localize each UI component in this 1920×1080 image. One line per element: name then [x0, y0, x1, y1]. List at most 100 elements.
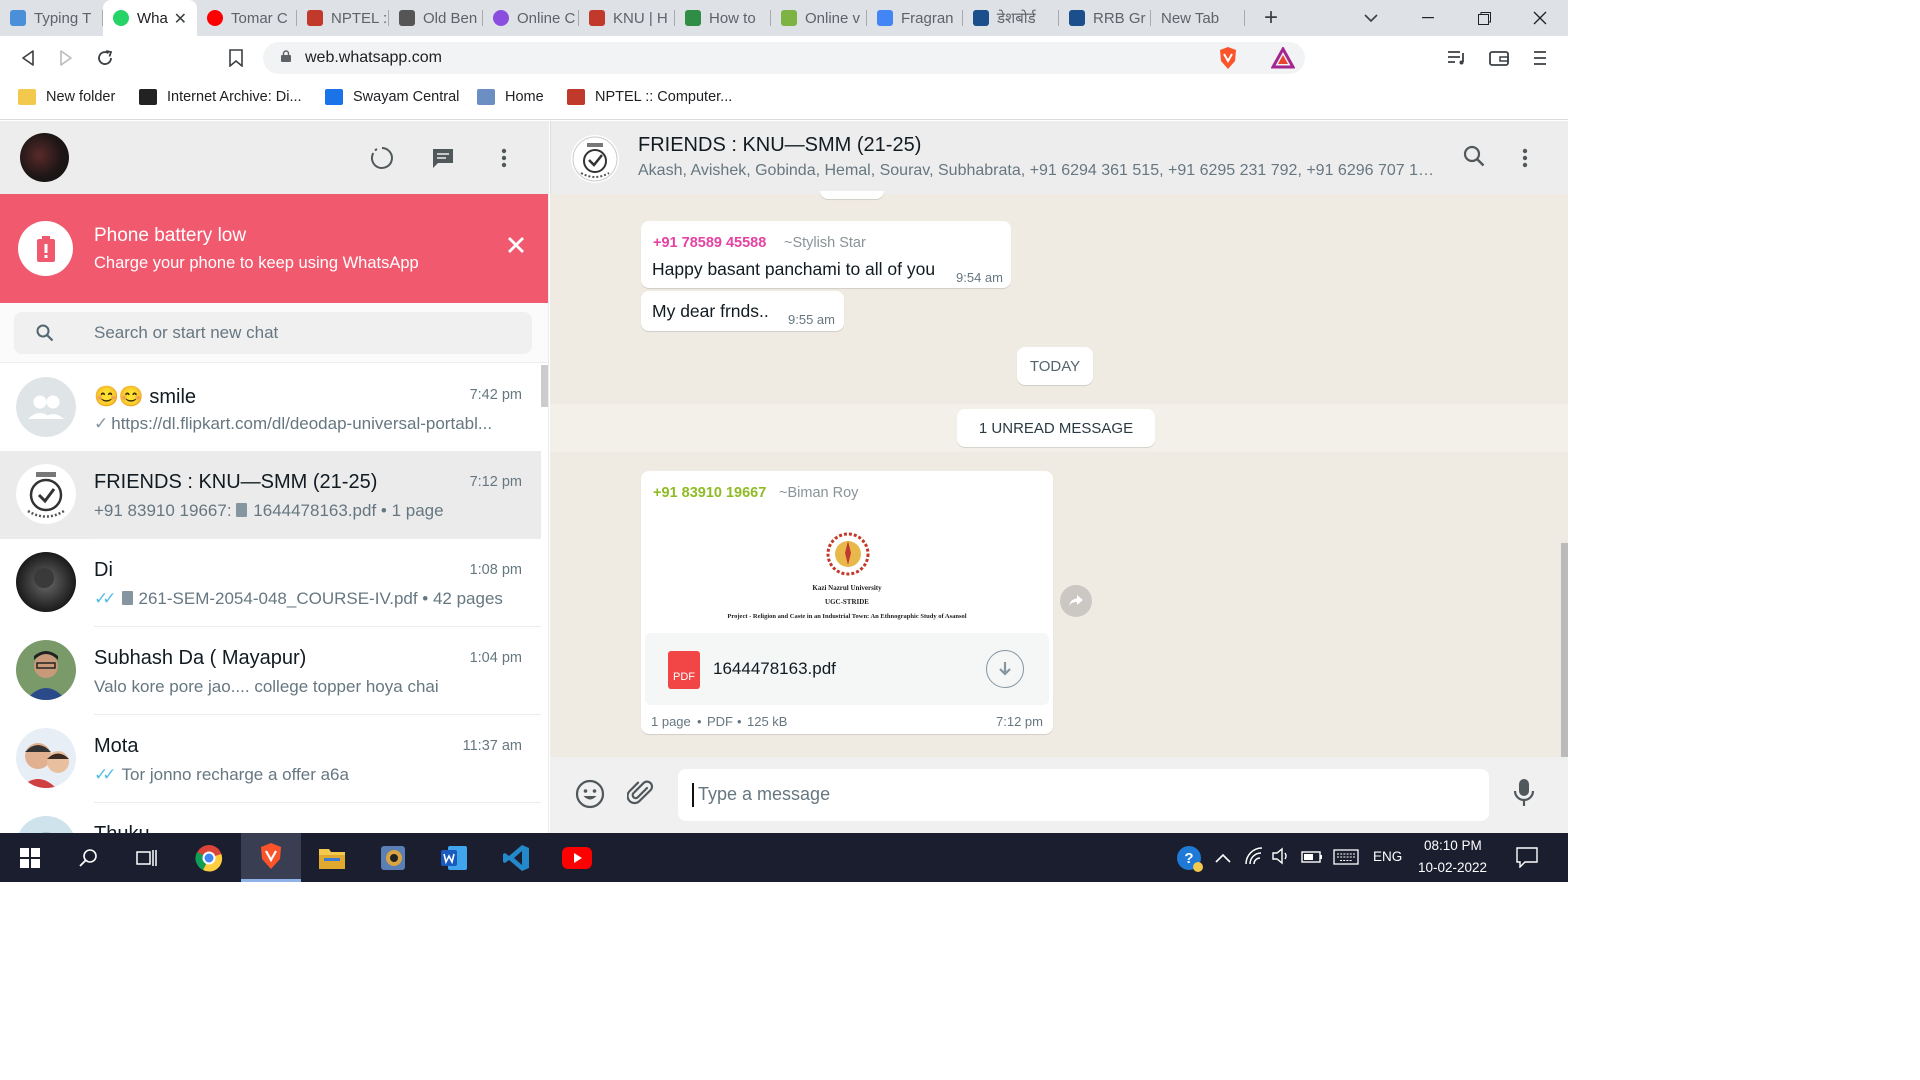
- bookmark-item[interactable]: NPTEL :: Computer...: [567, 89, 732, 105]
- browser-tab[interactable]: Old Ben: [389, 0, 483, 36]
- message-sender[interactable]: +91 78589 45588: [653, 235, 766, 251]
- document-preview[interactable]: Kazi Nazrul University UGC-STRIDE Projec…: [645, 511, 1049, 631]
- restore-button[interactable]: [1456, 0, 1512, 36]
- message-bubble[interactable]: My dear frnds.. 9:55 am: [641, 291, 844, 331]
- conversation-scrollbar[interactable]: [1561, 543, 1568, 757]
- minimize-button[interactable]: [1400, 0, 1456, 36]
- clock-date[interactable]: 10-02-2022: [1418, 860, 1487, 875]
- status-icon[interactable]: [369, 145, 395, 171]
- document-attachment[interactable]: PDF 1644478163.pdf: [645, 633, 1049, 705]
- message-text: Happy basant panchami to all of you: [652, 259, 936, 279]
- chat-preview: ✓ https://dl.flipkart.com/dl/deodap-unive…: [94, 414, 524, 434]
- new-chat-icon[interactable]: [430, 145, 456, 171]
- search-input[interactable]: Search or start new chat: [14, 312, 532, 354]
- wifi-icon[interactable]: [1244, 847, 1264, 870]
- photo-app-icon[interactable]: [363, 833, 423, 882]
- chat-sidebar: Phone battery low Charge your phone to k…: [0, 121, 549, 833]
- wallet-icon[interactable]: [1487, 46, 1511, 70]
- volume-icon[interactable]: [1271, 847, 1291, 870]
- brave-shield-icon[interactable]: [1218, 46, 1240, 70]
- knu-icon: [589, 10, 605, 26]
- show-hidden-icons[interactable]: [1215, 850, 1231, 868]
- message-input[interactable]: Type a message: [678, 769, 1489, 821]
- group-members: Akash, Avishek, Gobinda, Hemal, Sourav, …: [638, 162, 1438, 179]
- conversation-menu-icon[interactable]: [1512, 145, 1538, 171]
- clock-time[interactable]: 08:10 PM: [1424, 838, 1482, 853]
- chat-list-item[interactable]: 😊😊 smile 7:42 pm ✓ https://dl.flipkart.com/…: [0, 364, 541, 452]
- conversation-header[interactable]: FRIENDS : KNU—SMM (21-25) Akash, Avishek…: [550, 121, 1568, 194]
- bookmark-item[interactable]: Home: [477, 89, 544, 105]
- chat-time: 7:12 pm: [469, 474, 522, 490]
- chat-preview: +91 83910 19667: 1644478163.pdf • 1 page: [94, 501, 524, 521]
- chat-list-item[interactable]: Thuku: [0, 803, 541, 833]
- browser-tab[interactable]: Online v: [771, 0, 867, 36]
- preview-text: 1644478163.pdf • 1 page: [253, 501, 444, 520]
- chat-list-item[interactable]: FRIENDS : KNU—SMM (21-25) 7:12 pm +91 8391…: [0, 451, 541, 539]
- bookmark-item[interactable]: Internet Archive: Di...: [139, 89, 302, 105]
- search-icon[interactable]: [1461, 143, 1487, 169]
- menu-dots-icon[interactable]: [491, 145, 517, 171]
- task-view-icon[interactable]: [117, 833, 177, 882]
- browser-tab[interactable]: NPTEL ::: [297, 0, 389, 36]
- youtube-icon[interactable]: [547, 833, 607, 882]
- file-explorer-icon[interactable]: [302, 833, 362, 882]
- message-time: 9:54 am: [956, 270, 1003, 285]
- chat-list-item[interactable]: Mota 11:37 am ✓✓ Tor jonno recharge a offer…: [0, 715, 541, 803]
- new-tab-button[interactable]: +: [1257, 4, 1285, 32]
- playlist-icon[interactable]: [1445, 46, 1469, 70]
- chat-list-item[interactable]: Subhash Da ( Mayapur) 1:04 pm Valo kore po…: [0, 627, 541, 715]
- browser-tab[interactable]: Online C: [483, 0, 579, 36]
- browser-tab[interactable]: Tomar C: [197, 0, 297, 36]
- attach-icon[interactable]: [626, 779, 655, 812]
- language-indicator[interactable]: ENG: [1373, 849, 1402, 864]
- bookmark-item[interactable]: New folder: [18, 89, 115, 105]
- browser-tab[interactable]: Wha ✕: [103, 0, 197, 36]
- word-icon[interactable]: [424, 833, 484, 882]
- browser-tab[interactable]: Fragran: [867, 0, 963, 36]
- browser-tab[interactable]: How to: [675, 0, 771, 36]
- chat-avatar: [16, 377, 76, 437]
- chrome-icon[interactable]: [179, 833, 239, 882]
- browser-tab[interactable]: Typing T: [0, 0, 103, 36]
- address-bar[interactable]: web.whatsapp.com: [263, 42, 1305, 74]
- profile-avatar[interactable]: [20, 133, 69, 182]
- date-divider: TODAY: [1017, 347, 1093, 385]
- browser-tab[interactable]: RRB Gr: [1059, 0, 1151, 36]
- keyboard-icon[interactable]: [1333, 849, 1359, 870]
- group-avatar[interactable]: [571, 135, 619, 183]
- browser-tab[interactable]: KNU | H: [579, 0, 675, 36]
- windows-start-icon[interactable]: [0, 833, 60, 882]
- vscode-icon[interactable]: [486, 833, 546, 882]
- search-icon[interactable]: [59, 833, 119, 882]
- browser-tab[interactable]: डेशबोर्ड: [963, 0, 1059, 36]
- notifications-icon[interactable]: [1516, 846, 1538, 873]
- tab-title: Online C: [517, 9, 576, 27]
- t-letter-icon: [10, 10, 26, 26]
- message-sender[interactable]: +91 83910 19667: [653, 485, 766, 501]
- forward-icon[interactable]: [1060, 585, 1092, 617]
- browser-tab[interactable]: New Tab: [1151, 0, 1245, 36]
- message-bubble[interactable]: +91 78589 45588 ~Stylish Star Happy basa…: [641, 221, 1011, 288]
- close-window-button[interactable]: [1512, 0, 1568, 36]
- emoji-icon[interactable]: [575, 779, 605, 814]
- document-message[interactable]: +91 83910 19667 ~Biman Roy Kazi Nazrul U…: [641, 471, 1053, 734]
- reload-button[interactable]: [93, 46, 117, 70]
- battery-icon[interactable]: [1301, 850, 1323, 868]
- tab-title: KNU | H: [613, 9, 668, 27]
- forward-button[interactable]: [54, 46, 78, 70]
- brave-icon[interactable]: [241, 833, 301, 882]
- download-icon[interactable]: [986, 650, 1024, 688]
- microphone-icon[interactable]: [1513, 778, 1535, 813]
- browser-menu-icon[interactable]: [1528, 46, 1552, 70]
- chat-list-item[interactable]: Di 1:08 pm ✓✓ 261-SEM-2054-048_COURSE-IV.pd…: [0, 539, 541, 627]
- message-time: 7:12 pm: [996, 714, 1043, 729]
- back-button[interactable]: [16, 46, 40, 70]
- tab-search-icon[interactable]: [1343, 0, 1399, 36]
- bookmark-page-icon[interactable]: [224, 46, 248, 70]
- bookmark-item[interactable]: Swayam Central: [325, 89, 459, 105]
- sidebar-scrollbar[interactable]: [541, 365, 548, 407]
- help-icon[interactable]: ?: [1176, 845, 1204, 878]
- close-tab-icon[interactable]: ✕: [174, 9, 187, 29]
- brave-rewards-icon[interactable]: [1270, 45, 1296, 69]
- close-icon[interactable]: [506, 232, 526, 260]
